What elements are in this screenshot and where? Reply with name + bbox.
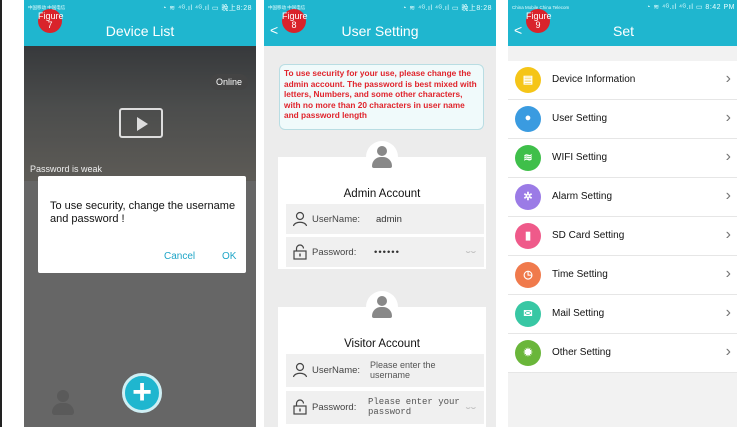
settings-item[interactable]: ▤ Device Information › (508, 61, 737, 100)
settings-menu: ▤ Device Information › ● User Setting › ≋ WIFI … (508, 61, 737, 373)
security-dialog: To use security, change the username and… (38, 176, 246, 273)
online-status-badge: Online (209, 74, 248, 90)
user-settings-icon[interactable] (209, 392, 235, 418)
clock-icon: ◷ (515, 262, 541, 288)
security-notice: To use security for your use, please cha… (279, 64, 484, 130)
gear-icon: ✹ (515, 340, 541, 366)
settings-item-label: Other Setting (552, 347, 611, 358)
status-icons: ◔ ≋ ⁴ᴳ.ıl ⁴ᴳ.ıl ▭ 晚上8:28 (162, 5, 252, 12)
screenshot-frame: 中国移动 中国电信 ◔ ≋ ⁴ᴳ.ıl ⁴ᴳ.ıl ▭ 晚上8:28 Devic… (0, 0, 737, 427)
dialog-message: To use security, change the username and… (50, 200, 236, 225)
icon-glyph: ▮ (524, 230, 532, 242)
settings-item-label: Alarm Setting (552, 191, 613, 202)
visitor-password-field[interactable]: Password: Please enter your password ⌣⌣ (286, 391, 484, 424)
settings-item-label: WIFI Setting (552, 152, 608, 163)
set-screen: China Mobile China Telecom ◔ ≋ ⁴ᴳ.ıl ⁴ᴳ.… (508, 0, 737, 427)
settings-item[interactable]: ◷ Time Setting › (508, 256, 737, 295)
settings-item[interactable]: ● User Setting › (508, 100, 737, 139)
settings-item-label: User Setting (552, 113, 608, 124)
password-label: Password: (312, 402, 357, 413)
visitor-account-title: Visitor Account (344, 338, 420, 350)
username-value[interactable]: admin (376, 214, 402, 225)
settings-item[interactable]: ✲ Alarm Setting › (508, 178, 737, 217)
person-icon (292, 362, 308, 378)
user-icon[interactable] (50, 390, 76, 418)
ok-button[interactable]: OK (222, 251, 236, 262)
icon-glyph: ✲ (523, 191, 533, 203)
user-setting-screen: 中国移动 中国电信 ◔ ≋ ⁴ᴳ.ıl ⁴ᴳ.ıl ▭ 晚上8:28 < Use… (264, 0, 496, 427)
sd-card-icon: ▮ (515, 223, 541, 249)
chevron-right-icon: › (725, 109, 731, 126)
figure-badge: Figure 9 (526, 9, 552, 33)
lock-icon (292, 399, 308, 415)
icon-glyph: ◷ (523, 269, 533, 281)
admin-password-field[interactable]: Password: •••••• ⌣⌣ (286, 237, 484, 267)
chevron-right-icon: › (725, 265, 731, 282)
lock-icon (292, 244, 308, 260)
cancel-button[interactable]: Cancel (164, 251, 195, 262)
alarm-icon: ✲ (515, 184, 541, 210)
user-icon: ● (515, 106, 541, 132)
icon-glyph: ▤ (522, 74, 534, 86)
username-label: UserName: (312, 365, 361, 376)
carrier-text: 中国移动 中国电信 (268, 4, 306, 10)
settings-item-label: Device Information (552, 74, 636, 85)
settings-item-label: Time Setting (552, 269, 608, 280)
chevron-right-icon: › (725, 187, 731, 204)
username-label: UserName: (312, 214, 361, 225)
play-icon[interactable] (119, 108, 163, 138)
device-info-icon: ▤ (515, 67, 541, 93)
chevron-right-icon: › (725, 226, 731, 243)
device-list-screen: 中国移动 中国电信 ◔ ≋ ⁴ᴳ.ıl ⁴ᴳ.ıl ▭ 晚上8:28 Devic… (24, 0, 256, 427)
chevron-right-icon: › (725, 304, 731, 321)
password-value[interactable]: •••••• (374, 247, 400, 258)
person-icon (292, 211, 308, 227)
admin-account-card: Admin Account UserName: admin Password: … (278, 141, 486, 269)
chevron-right-icon: › (725, 70, 731, 87)
figure-badge: Figure 8 (282, 9, 308, 33)
weak-password-notice: Password is weak (30, 164, 103, 174)
password-label: Password: (312, 247, 357, 258)
admin-account-title: Admin Account (343, 188, 421, 200)
visitor-account-card: Visitor Account UserName: Please enter t… (278, 291, 486, 427)
settings-item[interactable]: ✹ Other Setting › (508, 334, 737, 373)
wifi-icon: ≋ (515, 145, 541, 171)
settings-item-label: Mail Setting (552, 308, 605, 319)
icon-glyph: ✉ (523, 308, 533, 320)
chevron-right-icon: › (725, 148, 731, 165)
username-placeholder[interactable]: Please enter the username (370, 360, 470, 380)
admin-avatar-icon (366, 141, 398, 173)
chevron-right-icon: › (725, 343, 731, 360)
status-icons: ◔ ≋ ⁴ᴳ.ıl ⁴ᴳ.ıl ▭ 晚上8:28 (402, 5, 492, 12)
hidden-eye-icon[interactable]: ⌣⌣ (465, 403, 476, 413)
settings-item-label: SD Card Setting (552, 230, 625, 241)
admin-username-field[interactable]: UserName: admin (286, 204, 484, 234)
settings-item[interactable]: ✉ Mail Setting › (508, 295, 737, 334)
hidden-eye-icon[interactable]: ⌣⌣ (465, 247, 476, 257)
add-device-button[interactable]: + (122, 373, 162, 413)
visitor-username-field[interactable]: UserName: Please enter the username (286, 354, 484, 387)
figure-badge: Figure 7 (38, 9, 64, 33)
icon-glyph: ● (524, 112, 532, 124)
visitor-avatar-icon (366, 291, 398, 323)
icon-glyph: ✹ (523, 347, 533, 359)
settings-item[interactable]: ≋ WIFI Setting › (508, 139, 737, 178)
password-placeholder[interactable]: Please enter your password (368, 397, 466, 417)
icon-glyph: ≋ (523, 152, 533, 164)
mail-icon: ✉ (515, 301, 541, 327)
status-icons: ◔ ≋ ⁴ᴳ.ıl ⁴ᴳ.ıl ▭ 8:42 PM (646, 4, 735, 11)
settings-item[interactable]: ▮ SD Card Setting › (508, 217, 737, 256)
